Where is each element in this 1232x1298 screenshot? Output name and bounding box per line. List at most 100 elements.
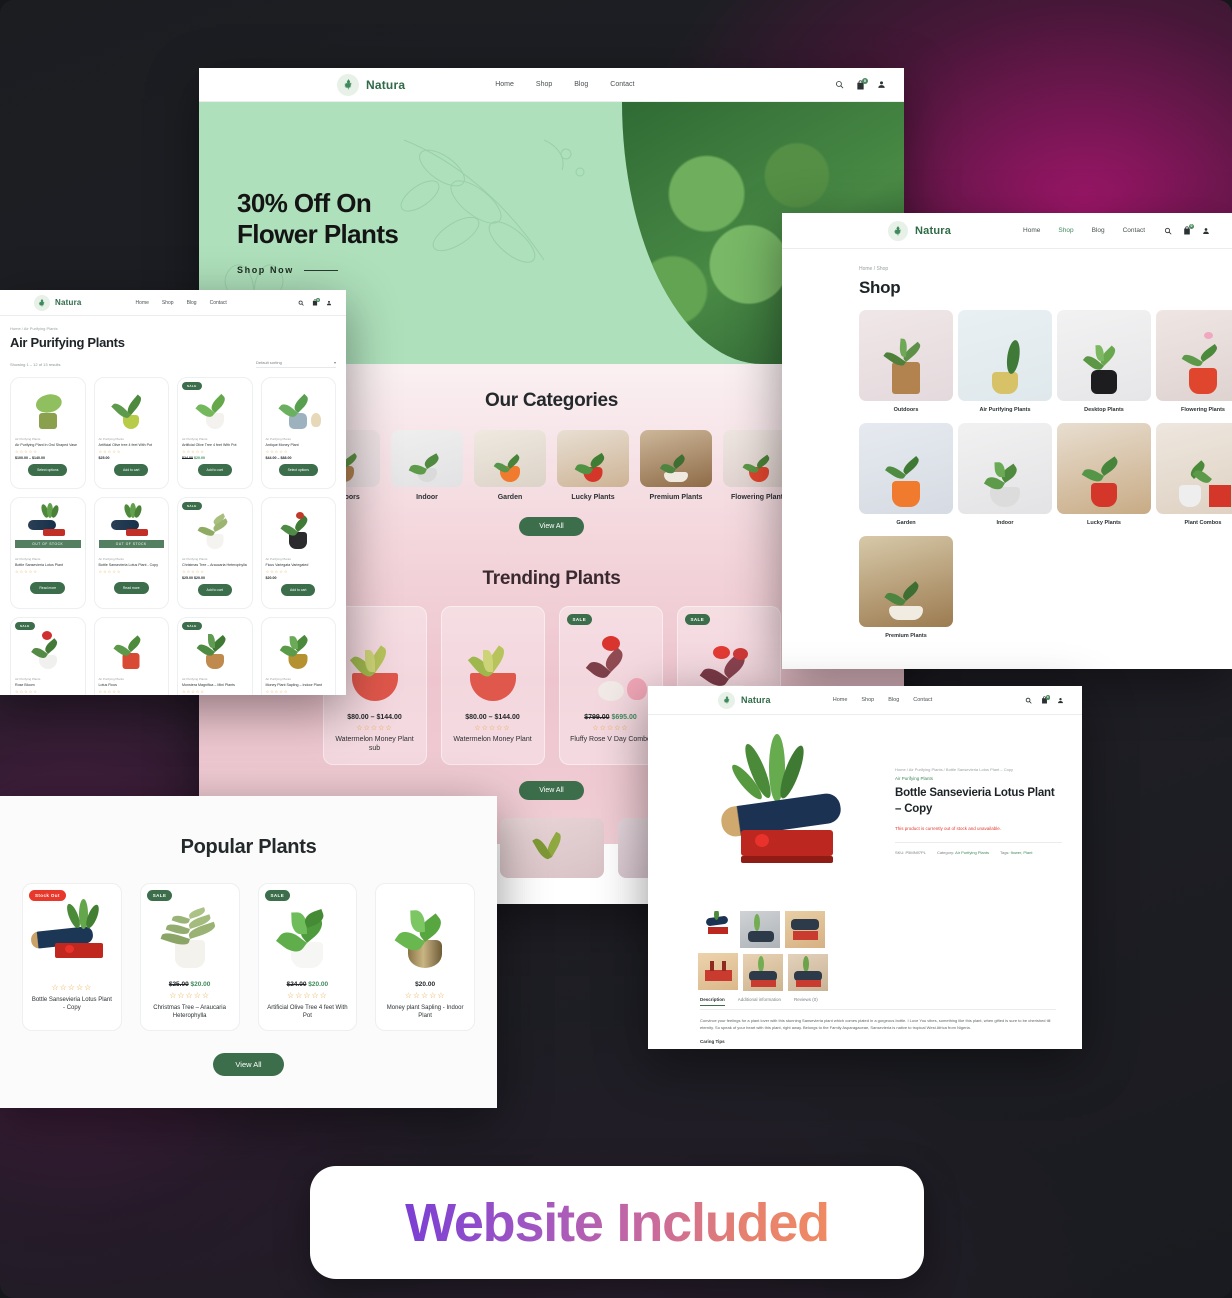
- product-category-link[interactable]: Air Purifying Plants: [895, 776, 1062, 781]
- product-thumbnail[interactable]: [788, 954, 828, 991]
- tab-description[interactable]: Description: [700, 997, 725, 1006]
- cart-icon[interactable]: 0: [856, 77, 868, 90]
- category-value[interactable]: Air Purifying Plants: [955, 850, 989, 855]
- category-card[interactable]: Lucky Plants: [1057, 423, 1156, 526]
- user-icon[interactable]: [1057, 697, 1064, 704]
- plant-illustration: [193, 383, 237, 429]
- nav-link-home[interactable]: Home: [833, 697, 848, 703]
- popular-view-all-button[interactable]: View All: [213, 1053, 284, 1076]
- category-thumb: [958, 423, 1052, 514]
- category-card[interactable]: Outdoors: [859, 310, 958, 413]
- nav-link-shop[interactable]: Shop: [162, 300, 174, 306]
- product-thumbnail[interactable]: [740, 911, 780, 948]
- select-options-button[interactable]: Select options: [278, 463, 318, 476]
- product-card[interactable]: Air Purifying Plants Air Purifying Plant…: [10, 377, 86, 489]
- category-card[interactable]: Indoor: [958, 423, 1057, 526]
- hero-line-1: 30% Off On: [237, 188, 372, 218]
- user-icon[interactable]: [877, 80, 886, 89]
- nav-link-blog[interactable]: Blog: [1092, 227, 1105, 234]
- tab-additional-information[interactable]: Additional information: [738, 997, 781, 1006]
- cart-icon[interactable]: 0: [1041, 695, 1050, 704]
- add-to-cart-button[interactable]: Add to cart: [197, 463, 232, 476]
- product-main-image[interactable]: [698, 733, 873, 893]
- cart-icon[interactable]: 0: [312, 298, 320, 306]
- category-thumb: [1156, 310, 1232, 401]
- category-item[interactable]: Lucky Plants: [557, 430, 629, 501]
- product-card[interactable]: SALE Air Purifying Plants Christmas Tree…: [177, 497, 253, 609]
- product-card[interactable]: Air Purifying Plants Antique Money Plant…: [260, 377, 336, 489]
- product-card[interactable]: SALE Air Purifying Plants Monstera Magni…: [177, 617, 253, 695]
- select-options-button[interactable]: Select options: [28, 463, 68, 476]
- trending-view-all-button[interactable]: View All: [519, 780, 584, 800]
- product-card[interactable]: OUT OF STOCK Air Purifying Plants Bottle…: [93, 497, 169, 609]
- categories-view-all-button[interactable]: View All: [519, 517, 584, 536]
- breadcrumb: Home / Air Purifying Plants: [10, 326, 58, 331]
- search-icon[interactable]: [1164, 227, 1172, 235]
- product-card[interactable]: SALE $25.00 $20.00 ☆☆☆☆☆ Christmas Tree …: [139, 883, 240, 1031]
- nav-link-contact[interactable]: Contact: [1123, 227, 1145, 234]
- product-thumbnail[interactable]: [743, 954, 783, 991]
- category-card[interactable]: Premium Plants: [859, 536, 958, 639]
- category-card[interactable]: Plant Combos: [1156, 423, 1232, 526]
- nav-link-contact[interactable]: Contact: [210, 300, 227, 306]
- category-item[interactable]: Indoor: [391, 430, 463, 501]
- product-old-price: $25.00: [168, 980, 189, 988]
- product-card[interactable]: Air Purifying Plants Lotus Ficus ☆☆☆☆☆: [93, 617, 169, 695]
- category-card[interactable]: Air Purifying Plants: [958, 310, 1057, 413]
- product-card[interactable]: Stock Out ☆☆☆☆☆ Bottle Sansevieria Lotus…: [22, 883, 122, 1031]
- user-icon[interactable]: [326, 300, 332, 306]
- product-card[interactable]: SALE $799.00 $695.00 ☆☆☆☆☆ Fluffy Rose V…: [558, 606, 663, 765]
- nav-link-contact[interactable]: Contact: [913, 697, 932, 703]
- product-thumbnail[interactable]: [785, 911, 825, 948]
- product-card[interactable]: $20.00 ☆☆☆☆☆ Money plant Sapling - Indoo…: [375, 883, 475, 1031]
- product-card[interactable]: SALE Air Purifying Plants Rose Bloom ☆☆☆…: [10, 617, 86, 695]
- brand-logo[interactable]: Natura: [337, 73, 405, 96]
- product-card[interactable]: Air Purifying Plants Ficus Variegata Var…: [260, 497, 336, 609]
- product-card[interactable]: Air Purifying Plants Money Plant Sapling…: [260, 617, 336, 695]
- hero-cta-link[interactable]: Shop Now: [237, 265, 294, 275]
- product-card[interactable]: SALE $24.00 $20.00 ☆☆☆☆☆ Artificial Oliv…: [257, 883, 358, 1031]
- category-card[interactable]: Garden: [859, 423, 958, 526]
- category-card[interactable]: Desktop Plants: [1057, 310, 1156, 413]
- category-item[interactable]: Premium Plants: [640, 430, 712, 501]
- brand-logo[interactable]: Natura: [718, 691, 771, 709]
- tags-value[interactable]: flower, Plant: [1011, 850, 1033, 855]
- search-icon[interactable]: [835, 80, 844, 89]
- cart-icon[interactable]: 0: [1183, 224, 1194, 235]
- product-card[interactable]: SALE Air Purifying Plants Artificial Oli…: [177, 377, 253, 489]
- nav-link-shop[interactable]: Shop: [861, 697, 874, 703]
- nav-link-blog[interactable]: Blog: [888, 697, 899, 703]
- nav-link-shop[interactable]: Shop: [1058, 227, 1073, 234]
- product-title: Artificial Olive tree 4 feet With Pot: [98, 443, 153, 447]
- product-old-price: $24.00: [182, 455, 193, 460]
- search-icon[interactable]: [1025, 697, 1032, 704]
- nav-link-blog[interactable]: Blog: [187, 300, 197, 306]
- search-icon[interactable]: [298, 300, 304, 306]
- add-to-cart-button[interactable]: Add to cart: [197, 583, 232, 596]
- category-card[interactable]: Flowering Plants: [1156, 310, 1232, 413]
- sorting-select[interactable]: Default sorting ▾: [256, 360, 336, 368]
- product-card[interactable]: OUT OF STOCK Air Purifying Plants Bottle…: [10, 497, 86, 609]
- nav-link-shop[interactable]: Shop: [536, 81, 552, 88]
- product-thumbnail[interactable]: [698, 911, 735, 944]
- nav-link-home[interactable]: Home: [136, 300, 149, 306]
- read-more-button[interactable]: Read more: [113, 581, 149, 594]
- product-card[interactable]: Air Purifying Plants Artificial Olive tr…: [93, 377, 169, 489]
- category-item[interactable]: Garden: [474, 430, 546, 501]
- read-more-button[interactable]: Read more: [30, 581, 66, 594]
- shop-nav-bar: Natura Home Shop Blog Contact 0: [782, 213, 1232, 249]
- add-to-cart-button[interactable]: Add to cart: [114, 463, 149, 476]
- nav-link-blog[interactable]: Blog: [574, 81, 588, 88]
- add-to-cart-button[interactable]: Add to cart: [281, 583, 316, 596]
- nav-link-contact[interactable]: Contact: [610, 81, 634, 88]
- nav-link-home[interactable]: Home: [495, 81, 514, 88]
- product-card[interactable]: $80.00 – $144.00 ☆☆☆☆☆ Watermelon Money …: [440, 606, 545, 765]
- nav-link-home[interactable]: Home: [1023, 227, 1040, 234]
- tab-reviews[interactable]: Reviews (0): [794, 997, 818, 1006]
- brand-logo[interactable]: Natura: [34, 294, 82, 311]
- brand-logo[interactable]: Natura: [888, 220, 951, 241]
- product-thumbnail[interactable]: [698, 953, 738, 990]
- product-title: Antique Money Plant: [265, 443, 299, 447]
- product-new-price: $20.00: [194, 455, 205, 460]
- user-icon[interactable]: [1202, 227, 1210, 235]
